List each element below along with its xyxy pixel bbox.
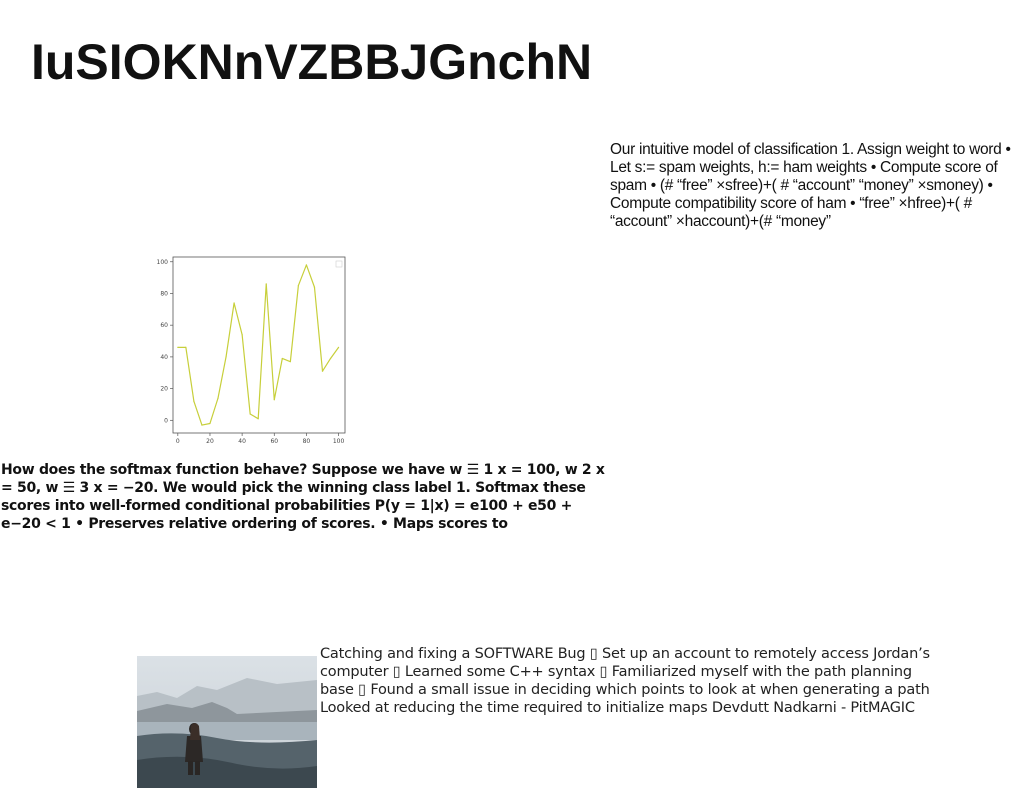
landscape-photo-image — [137, 656, 317, 788]
data-point — [201, 424, 203, 426]
data-point — [337, 346, 340, 348]
data-point — [209, 422, 211, 425]
data-point — [289, 361, 291, 363]
y-tick-label: 60 — [160, 322, 168, 329]
data-point — [225, 356, 227, 358]
data-point — [233, 302, 235, 304]
y-tick-label: 40 — [160, 354, 168, 361]
data-point — [321, 370, 324, 372]
data-point — [241, 334, 243, 336]
data-point — [193, 400, 195, 402]
data-point — [329, 357, 332, 360]
x-tick-label: 20 — [206, 438, 214, 445]
softmax-text: How does the softmax function behave? Su… — [1, 462, 605, 532]
data-point — [249, 413, 251, 415]
data-point — [313, 286, 316, 288]
data-point — [265, 283, 267, 285]
page-title: IuSIOKNnVZBBJGnchN — [31, 34, 593, 90]
x-tick-label: 40 — [238, 438, 246, 445]
software-bug-text: Catching and fixing a SOFTWARE Bug ▯ Set… — [320, 646, 930, 716]
line-chart-svg: 0 20 40 60 80 100 0 20 40 60 80 100 — [157, 256, 346, 445]
classification-text: Our intuitive model of classification 1.… — [610, 141, 1011, 230]
y-tick-label: 100 — [157, 259, 169, 266]
x-tick-label: 80 — [303, 438, 311, 445]
data-point — [297, 284, 299, 287]
data-point — [305, 264, 308, 266]
data-point — [217, 397, 219, 399]
y-tick-label: 80 — [160, 290, 168, 297]
y-tick-label: 20 — [160, 386, 168, 393]
line-chart: 0 20 40 60 80 100 0 20 40 60 80 100 — [150, 252, 350, 447]
data-point — [177, 346, 179, 348]
landscape-photo — [137, 656, 317, 788]
data-point — [273, 399, 275, 401]
y-tick-label: 0 — [164, 417, 168, 424]
x-tick-label: 0 — [176, 438, 180, 445]
data-point — [185, 346, 187, 348]
data-point — [257, 418, 259, 420]
x-tick-label: 100 — [333, 438, 345, 445]
data-point — [281, 357, 283, 360]
x-tick-label: 60 — [270, 438, 278, 445]
